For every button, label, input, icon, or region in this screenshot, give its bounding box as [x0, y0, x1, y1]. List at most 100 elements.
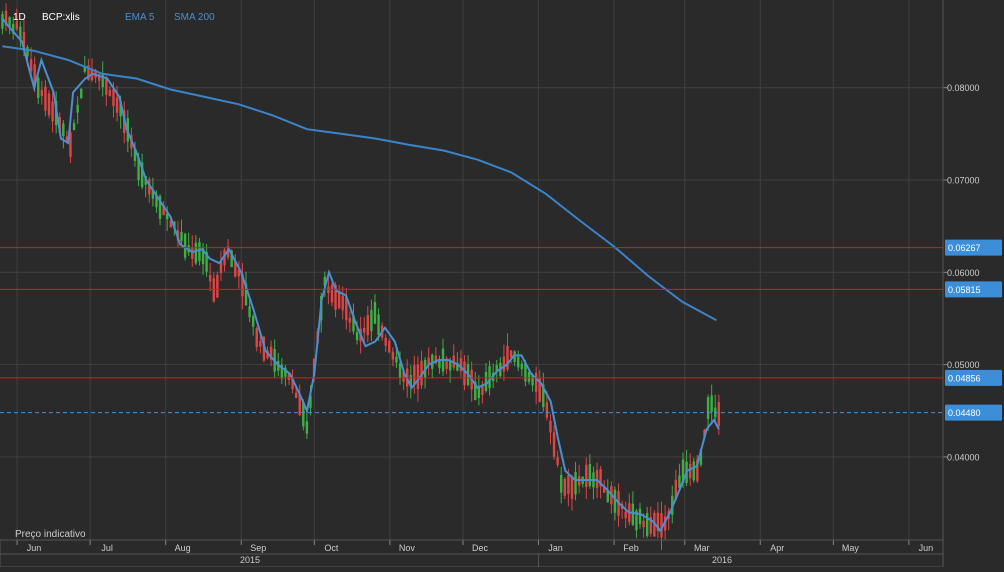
candle-body [384, 337, 387, 346]
candle-body [76, 104, 79, 113]
candle-body [72, 122, 76, 131]
candle-body [305, 421, 309, 434]
candle-body [26, 47, 29, 57]
price-chart[interactable]: 0.06267 0.05815 0.04856 0.04480 0.08000 0.07… [0, 0, 1004, 568]
candle-body [552, 432, 556, 457]
candle-body [642, 520, 645, 528]
candle-body [545, 402, 549, 418]
candle-body [517, 356, 520, 368]
timeframe-label[interactable]: 1D [13, 12, 26, 23]
candle-body [706, 397, 710, 420]
candle-body [259, 340, 262, 347]
candle-body [51, 101, 54, 122]
candle-body [391, 351, 395, 360]
candle-body [395, 356, 398, 363]
candle-body [717, 401, 721, 426]
candle-body [692, 461, 695, 481]
candle-body [567, 475, 570, 494]
candle-body [527, 371, 531, 382]
candle-body [194, 242, 198, 264]
level-label: 0.05815 [948, 285, 981, 295]
candle-body [80, 88, 83, 99]
x-tick-label: Jul [101, 543, 113, 553]
candle-body [44, 86, 47, 111]
candle-body [488, 366, 491, 389]
candle-body [363, 327, 366, 333]
y-tick-label: 0.04000 [947, 452, 980, 462]
candle-body [563, 478, 567, 496]
candle-body [47, 93, 51, 116]
y-tick-label: 0.08000 [947, 83, 980, 93]
candle-body [370, 310, 373, 332]
x-tick-label: Jun [919, 543, 934, 553]
candle-body [294, 392, 298, 398]
candle-body [1, 14, 4, 29]
candle-body [216, 274, 219, 298]
x-tick-label: Oct [324, 543, 339, 553]
sma-legend-label[interactable]: SMA 200 [174, 12, 215, 23]
candle-body [248, 306, 251, 318]
candle-body [560, 474, 563, 493]
y-tick-label: 0.07000 [947, 176, 980, 186]
candle-body [355, 331, 359, 341]
candle-body [585, 464, 588, 487]
ema-legend-label[interactable]: EMA 5 [125, 12, 154, 23]
x-tick-label: Feb [623, 543, 639, 553]
candle-body [631, 503, 635, 525]
candle-body [534, 372, 538, 392]
chart-root: 0.06267 0.05815 0.04856 0.04480 0.08000 0.07… [0, 0, 1004, 568]
y-tick-label: 0.06000 [947, 268, 980, 278]
candle-body [348, 317, 352, 323]
candle-body [337, 291, 341, 309]
candle-body [341, 295, 344, 311]
candle-body [413, 365, 416, 385]
candle-body [588, 464, 592, 486]
candle-body [509, 350, 513, 358]
x-tick-label: Dec [472, 543, 489, 553]
y-tick-label: 0.05000 [947, 360, 980, 370]
x-tick-label: May [842, 543, 860, 553]
indicative-price-note: Preço indicativo [15, 529, 86, 540]
candle-body [502, 356, 506, 372]
candle-body [198, 242, 201, 262]
x-tick-label: Aug [175, 543, 191, 553]
candle-body [183, 233, 187, 258]
candle-body [520, 363, 524, 370]
x-tick-label: Mar [694, 543, 710, 553]
last-price-label: 0.04480 [948, 408, 981, 418]
level-label: 0.06267 [948, 243, 981, 253]
candle-body [373, 302, 377, 324]
candle-body [638, 508, 642, 525]
candle-body [180, 231, 183, 242]
candle-body [112, 89, 115, 106]
candle-body [62, 123, 65, 137]
x-tick-label: Nov [399, 543, 416, 553]
x-tick-label: Apr [770, 543, 784, 553]
candle-body [398, 363, 402, 378]
candle-body [416, 364, 420, 390]
candle-body [366, 315, 369, 336]
symbol-label[interactable]: BCP:xlis [42, 12, 80, 23]
x-tick-label: Jun [27, 543, 42, 553]
candle-body [556, 457, 559, 465]
candle-body [208, 275, 212, 282]
candle-body [101, 73, 104, 88]
candle-body [40, 89, 44, 97]
candle-body [37, 77, 40, 99]
candle-body [108, 89, 112, 97]
candle-body [574, 472, 577, 495]
level-label: 0.04856 [948, 373, 981, 383]
candle-body [255, 328, 258, 348]
candle-body [549, 420, 552, 433]
candle-body [484, 371, 488, 391]
x-tick-label: Sep [250, 543, 266, 553]
candle-body [613, 489, 617, 513]
candle-body [212, 278, 215, 302]
candle-body [251, 316, 255, 327]
candle-body [377, 314, 380, 336]
candle-body [115, 97, 119, 113]
year-label-2016: 2016 [712, 555, 732, 565]
year-label-2015: 2015 [240, 555, 260, 565]
x-tick-label: Jan [548, 543, 563, 553]
candle-body [570, 476, 574, 499]
